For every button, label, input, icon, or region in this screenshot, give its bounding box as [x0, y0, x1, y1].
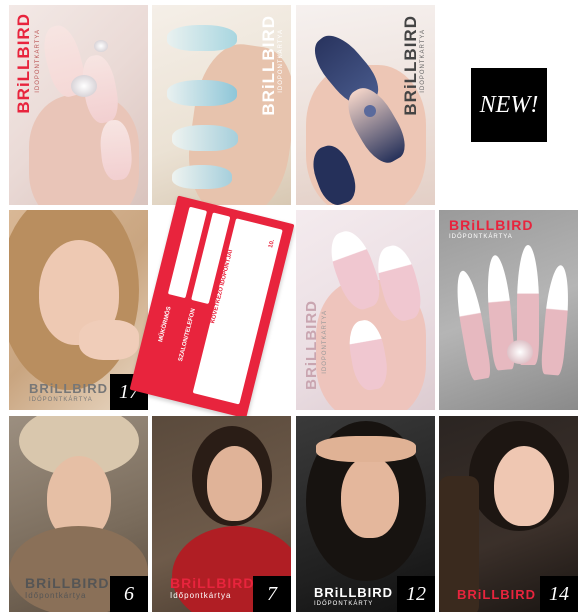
brand-logo: BRiLLBIRD IDŐPONTKÁRTYA [29, 382, 108, 403]
crystal-decoration [364, 105, 376, 117]
brand-name: BRiLLBIRD [457, 587, 537, 602]
brand-sub: IDŐPONTKÁRTYA [29, 397, 93, 403]
brand-name: BRiLLBIRD [14, 13, 33, 114]
brand-logo: BRiLLBIRD Időpontkártya [25, 576, 109, 600]
brand-name: BRiLLBIRD [303, 300, 320, 390]
brand-name: BRiLLBIRD [29, 381, 109, 396]
crystal-decoration [94, 40, 108, 52]
brand-sub: IDŐPONTKÁRTYA [278, 29, 284, 93]
tile-model-portrait-7[interactable]: BRiLLBIRD Időpontkártya 7 [152, 416, 291, 612]
brand-subtitle: IDŐPONTKÁRTYA [322, 310, 328, 374]
brand-subtitle: IDŐPONTKÁRTYA [35, 29, 41, 93]
crystal-decoration [507, 340, 533, 364]
nail-shape [172, 165, 232, 189]
design-number-badge: 14 [540, 576, 578, 612]
brand-sub: IDŐPONTKÁRTY [314, 601, 374, 607]
brand-logo: BRiLLBIRD [259, 15, 278, 116]
design-number-badge: 12 [397, 576, 435, 612]
crystal-decoration [71, 75, 97, 97]
brand-sub: Időpontkártya [25, 591, 87, 600]
tile-model-portrait-12[interactable]: BRiLLBIRD IDŐPONTKÁRTY 12 [296, 416, 435, 612]
brand-name: BRiLLBIRD [259, 15, 278, 116]
brand-name: BRiLLBIRD [314, 585, 394, 600]
tile-nail-design-3[interactable]: BRiLLBIRD IDŐPONTKÁRTYA [296, 5, 435, 205]
face-shape [207, 446, 262, 521]
brand-logo: BRiLLBIRD [457, 588, 536, 601]
tile-model-portrait-17[interactable]: BRiLLBIRD IDŐPONTKÁRTYA 17 [9, 210, 148, 410]
brand-subtitle: IDŐPONTKÁRTYA [278, 29, 284, 93]
hand-shape [79, 320, 139, 360]
tile-model-portrait-14[interactable]: BRiLLBIRD 14 [439, 416, 578, 612]
brand-logo: BRiLLBIRD [303, 300, 320, 390]
nail-shape [451, 268, 493, 382]
nail-shape [167, 80, 237, 106]
brand-sub: IDŐPONTKÁRTYA [322, 310, 328, 374]
hand-shape [316, 436, 416, 462]
brand-logo: BRiLLBIRD IDŐPONTKÁRTYA [449, 218, 533, 240]
brand-name: BRiLLBIRD [449, 217, 534, 233]
brand-logo: BRiLLBIRD IDŐPONTKÁRTY [314, 586, 393, 607]
brand-name: BRiLLBIRD [170, 575, 255, 591]
nail-shape [172, 125, 238, 151]
brand-name: BRiLLBIRD [401, 15, 420, 116]
brand-subtitle: IDŐPONTKÁRTYA [420, 29, 426, 93]
brand-sub: IDŐPONTKÁRTYA [449, 234, 513, 240]
design-number-badge: 6 [110, 576, 148, 612]
tile-nail-design-1[interactable]: BRiLLBIRD IDŐPONTKÁRTYA [9, 5, 148, 205]
brand-sub: Időpontkártya [170, 591, 232, 600]
design-number-badge: 7 [253, 576, 291, 612]
card-label: MŰKÖRMÖS [158, 306, 173, 343]
nail-shape [167, 25, 237, 51]
face-shape [494, 446, 554, 526]
brand-sub: IDŐPONTKÁRTYA [420, 29, 426, 93]
brand-name: BRiLLBIRD [25, 575, 110, 591]
face-shape [341, 456, 399, 538]
brand-logo: BRiLLBIRD Időpontkártya [170, 576, 254, 600]
brand-logo: BRiLLBIRD [401, 15, 420, 116]
tile-nail-design-4[interactable]: BRiLLBIRD IDŐPONTKÁRTYA [296, 210, 435, 410]
tile-nail-design-2[interactable]: BRiLLBIRD IDŐPONTKÁRTYA [152, 5, 291, 205]
card-label: SZALON/TELEFON [177, 307, 197, 363]
brand-sub: IDŐPONTKÁRTYA [35, 29, 41, 93]
new-badge: NEW! [471, 68, 547, 142]
nail-shape [540, 264, 572, 376]
tile-model-portrait-6[interactable]: BRiLLBIRD Időpontkártya 6 [9, 416, 148, 612]
tile-nail-design-5[interactable]: BRiLLBIRD IDŐPONTKÁRTYA [439, 210, 578, 410]
brand-logo: BRiLLBIRD [14, 13, 33, 114]
